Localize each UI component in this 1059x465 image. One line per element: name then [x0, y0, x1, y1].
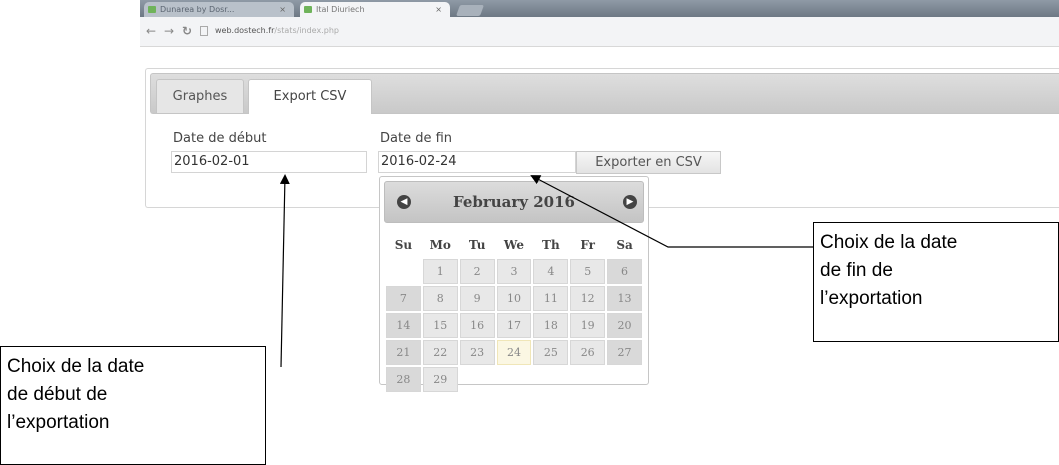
close-icon[interactable]: × [435, 2, 442, 17]
weekday-header: Tu [468, 238, 486, 252]
empty-cell [533, 367, 568, 392]
weekday-header: Fr [580, 238, 596, 252]
browser-tab-active[interactable]: Ital Diuriech × [300, 2, 450, 17]
weekday-header: Th [542, 238, 560, 252]
end-date-input[interactable]: 2016-02-24 [378, 151, 576, 173]
weekday-header: Mo [429, 238, 451, 252]
empty-cell [386, 259, 421, 284]
datepicker-calendar: Su Mo Tu We Th Fr Sa 1 2 3 4 5 6 7 8 9 10 11 12 13 14 15 16 17… [384, 231, 644, 394]
weekday-header: Sa [616, 238, 633, 252]
calendar-day[interactable]: 12 [570, 286, 606, 311]
calendar-day[interactable]: 23 [459, 340, 495, 365]
calendar-day[interactable]: 10 [496, 286, 532, 311]
calendar-day[interactable]: 18 [533, 313, 569, 338]
calendar-day[interactable]: 4 [533, 259, 569, 284]
callout-line: de fin de [820, 260, 893, 281]
calendar-day[interactable]: 15 [422, 313, 458, 338]
datepicker-header: ◀ February 2016 ▶ [384, 181, 644, 223]
page-favicon-icon [304, 6, 312, 13]
address-bar[interactable]: web.dostech.fr/stats/index.php [215, 26, 339, 35]
callout-line: Choix de la date [7, 356, 145, 377]
calendar-day[interactable]: 6 [607, 259, 642, 284]
callout-line: de début de [7, 384, 108, 405]
weekday-header: Su [394, 238, 413, 252]
calendar-day[interactable]: 9 [459, 286, 495, 311]
callout-start-date: Choix de la date de début de l’exportati… [0, 346, 266, 465]
calendar-day[interactable]: 2 [459, 259, 495, 284]
calendar-day[interactable]: 22 [422, 340, 458, 365]
page-favicon-icon [148, 6, 156, 13]
browser-toolbar: ← → ↻ web.dostech.fr/stats/index.php [140, 17, 1059, 47]
new-tab-button[interactable] [455, 5, 485, 16]
back-arrow-icon[interactable]: ← [144, 24, 158, 38]
panel-tab-strip: Graphes Export CSV [150, 73, 1059, 114]
next-month-icon[interactable]: ▶ [623, 195, 637, 209]
browser-tab[interactable]: Dunarea by Dosr... × [144, 2, 294, 17]
empty-cell [460, 367, 495, 392]
calendar-day[interactable]: 27 [607, 340, 642, 365]
reload-icon[interactable]: ↻ [180, 24, 194, 38]
end-date-label: Date de fin [380, 131, 453, 146]
calendar-day[interactable]: 28 [386, 367, 421, 392]
calendar-day[interactable]: 13 [607, 286, 642, 311]
empty-cell [607, 367, 642, 392]
page-icon [200, 26, 208, 36]
datepicker-month-title: February 2016 [453, 193, 575, 211]
calendar-day[interactable]: 8 [422, 286, 458, 311]
calendar-day[interactable]: 11 [533, 286, 569, 311]
calendar-day[interactable]: 21 [386, 340, 421, 365]
datepicker: ◀ February 2016 ▶ Su Mo Tu We Th Fr Sa 1234567… [379, 176, 649, 392]
forward-arrow-icon[interactable]: → [162, 24, 176, 38]
empty-cell [570, 367, 605, 392]
export-csv-button[interactable]: Exporter en CSV [576, 151, 721, 174]
close-icon[interactable]: × [279, 2, 286, 17]
browser-tab-label: Dunarea by Dosr... [160, 5, 235, 14]
empty-cell [497, 367, 532, 392]
prev-month-icon[interactable]: ◀ [397, 195, 411, 209]
calendar-day[interactable]: 20 [607, 313, 642, 338]
url-host: web.dostech.fr [215, 26, 275, 35]
calendar-day[interactable]: 25 [533, 340, 569, 365]
start-date-label: Date de début [173, 131, 267, 146]
calendar-day[interactable]: 16 [459, 313, 495, 338]
calendar-day[interactable]: 24 [496, 340, 532, 365]
calendar-day[interactable]: 26 [570, 340, 606, 365]
browser-tab-bar: Dunarea by Dosr... × Ital Diuriech × [140, 0, 1059, 17]
start-date-input[interactable]: 2016-02-01 [171, 151, 367, 173]
callout-line: l’exportation [7, 412, 110, 433]
calendar-day[interactable]: 7 [386, 286, 421, 311]
calendar-day[interactable]: 17 [496, 313, 532, 338]
calendar-day[interactable]: 5 [570, 259, 606, 284]
callout-end-date: Choix de la date de fin de l’exportation [813, 222, 1059, 342]
url-path: /stats/index.php [274, 26, 339, 35]
callout-line: Choix de la date [820, 232, 958, 253]
calendar-day[interactable]: 29 [422, 367, 458, 392]
callout-line: l’exportation [820, 288, 923, 309]
calendar-day[interactable]: 3 [496, 259, 532, 284]
calendar-day[interactable]: 14 [386, 313, 421, 338]
weekday-header: We [503, 238, 525, 252]
browser-tab-label: Ital Diuriech [316, 5, 365, 14]
tab-graphes[interactable]: Graphes [156, 79, 244, 113]
tab-export-csv[interactable]: Export CSV [248, 79, 372, 114]
calendar-day[interactable]: 1 [422, 259, 458, 284]
calendar-day[interactable]: 19 [570, 313, 606, 338]
